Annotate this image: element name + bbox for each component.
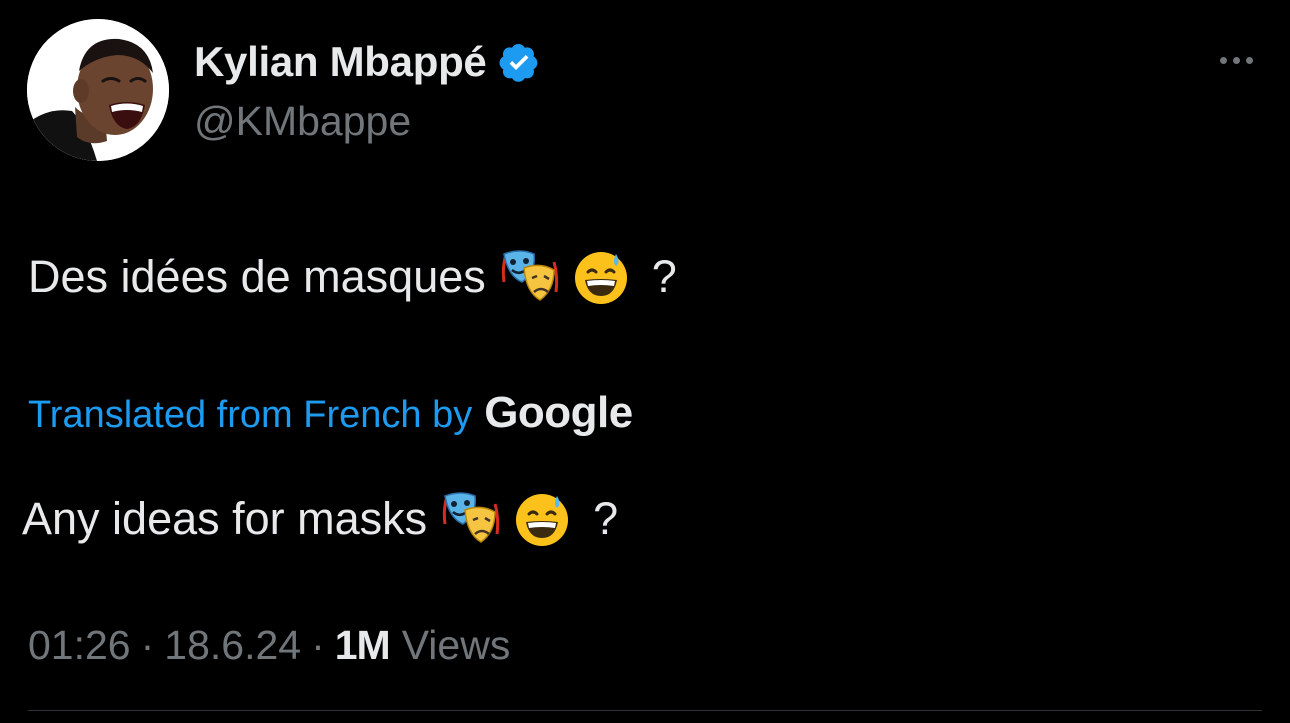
translation-attribution: Translated from French by Google xyxy=(28,388,633,438)
profile-photo-icon xyxy=(27,19,169,161)
display-name[interactable]: Kylian Mbappé xyxy=(194,38,487,86)
more-options-button[interactable] xyxy=(1208,44,1264,76)
tweet-text-main: Des idées de masques xyxy=(28,251,486,302)
verified-badge-icon xyxy=(498,41,540,83)
user-name-row[interactable]: Kylian Mbappé xyxy=(194,36,540,88)
translated-text: Any ideas for masks ? xyxy=(22,490,618,548)
divider xyxy=(28,710,1262,711)
tweet-text-end: ? xyxy=(651,251,677,302)
tweet-text: Des idées de masques ? xyxy=(28,248,677,306)
more-horizontal-icon xyxy=(1219,56,1227,64)
tweet-date[interactable]: 18.6.24 xyxy=(164,622,301,669)
tweet-time[interactable]: 01:26 xyxy=(28,622,131,669)
user-handle[interactable]: @KMbappe xyxy=(194,98,411,145)
performing-arts-emoji-icon xyxy=(439,490,501,548)
tweet-detail: Kylian Mbappé @KMbappe Des idées de masq… xyxy=(0,0,1290,723)
more-horizontal-icon-dot xyxy=(1245,56,1253,64)
meta-separator: · xyxy=(311,622,325,668)
more-horizontal-icon-dot xyxy=(1232,56,1240,64)
performing-arts-emoji-icon xyxy=(498,248,560,306)
views-count[interactable]: 1M xyxy=(335,622,391,669)
translated-text-end: ? xyxy=(593,493,619,544)
avatar[interactable] xyxy=(27,19,169,161)
translated-text-main: Any ideas for masks xyxy=(22,493,428,544)
tweet-meta: 01:26 · 18.6.24 · 1M Views xyxy=(28,622,510,669)
grinning-face-with-sweat-emoji-icon xyxy=(513,490,571,548)
google-logo: Google xyxy=(484,388,633,437)
translated-from-link[interactable]: Translated from French by xyxy=(28,394,472,437)
views-label[interactable]: Views xyxy=(402,622,511,669)
meta-separator: · xyxy=(140,622,155,668)
grinning-face-with-sweat-emoji-icon xyxy=(572,248,630,306)
